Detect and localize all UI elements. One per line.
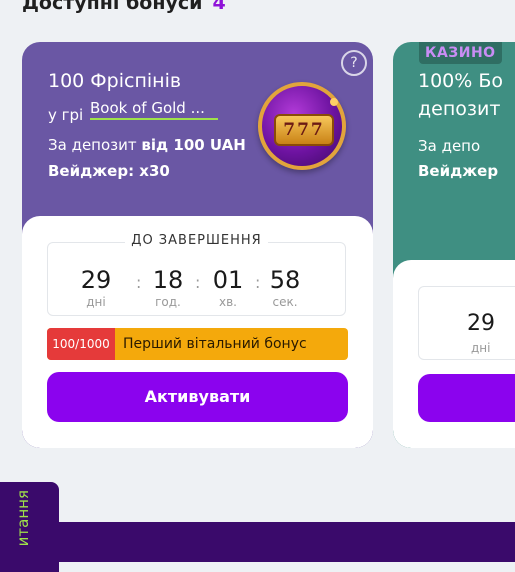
bonus-status-text: Перший вітальний бонус bbox=[123, 336, 307, 352]
timer-days-unit: дні bbox=[86, 295, 106, 309]
bonus-remaining-count: 100/1000 bbox=[47, 328, 115, 360]
bonus-card-body: ДО ЗАВЕРШЕННЯ 29 дні : 18 год. : 01 хв. … bbox=[22, 216, 373, 448]
timer-minutes: 01 хв. bbox=[200, 267, 256, 309]
wager-line: Вейджер: x30 bbox=[48, 162, 170, 180]
timer-seconds-value: 58 bbox=[269, 266, 301, 294]
timer-hours-value: 18 bbox=[152, 266, 184, 294]
wager-line: Вейджер bbox=[418, 162, 499, 180]
bonus-card-casino: КАЗИНО 100% Бо депозит За депо Вейджер 2… bbox=[393, 42, 515, 448]
game-line: у грі Book of Gold ... bbox=[48, 98, 218, 124]
timer-hours: 18 год. bbox=[140, 267, 196, 309]
slot-reel: 777 bbox=[274, 114, 334, 146]
activate-button[interactable] bbox=[418, 374, 515, 422]
timer-minutes-unit: хв. bbox=[219, 295, 237, 309]
bonus-card-body: 29 дні bbox=[393, 260, 515, 448]
section-title: Доступні бонуси 4 bbox=[22, 0, 226, 14]
timer-hours-unit: год. bbox=[155, 295, 181, 309]
game-prefix: у грі bbox=[48, 106, 84, 124]
countdown-timer: 29 дні bbox=[418, 286, 515, 360]
timer-seconds-unit: сек. bbox=[272, 295, 298, 309]
casino-badge: КАЗИНО bbox=[419, 42, 502, 64]
bonus-status-bar: 100/1000 Перший вітальний бонус bbox=[47, 328, 348, 360]
deposit-prefix: За депозит bbox=[48, 136, 137, 154]
slot-lever-icon bbox=[330, 98, 338, 106]
timer-days-value: 29 bbox=[80, 266, 112, 294]
deposit-value: від 100 UAH bbox=[141, 136, 246, 154]
timer-seconds: 58 сек. bbox=[257, 267, 313, 309]
timer-days-unit: дні bbox=[471, 341, 491, 355]
offer-title: 100 Фріспінів bbox=[48, 70, 182, 92]
timer-days-value: 29 bbox=[467, 311, 495, 336]
bonus-card-header: 100 Фріспінів у грі Book of Gold ... За … bbox=[22, 42, 373, 220]
deposit-line: За депозит від 100 UAH bbox=[48, 136, 246, 154]
timer-days: 29 дні bbox=[68, 267, 124, 309]
timer-label: ДО ЗАВЕРШЕННЯ bbox=[48, 233, 345, 248]
activate-button[interactable]: Активувати bbox=[47, 372, 348, 422]
help-icon[interactable]: ? bbox=[341, 50, 367, 76]
timer-minutes-value: 01 bbox=[212, 266, 244, 294]
slot-machine-icon: 777 bbox=[258, 82, 346, 170]
offer-title: 100% Бо bbox=[418, 70, 504, 92]
countdown-timer: ДО ЗАВЕРШЕННЯ 29 дні : 18 год. : 01 хв. … bbox=[47, 233, 346, 316]
deposit-line: За депо bbox=[418, 137, 481, 155]
bonus-card-freespins: 100 Фріспінів у грі Book of Gold ... За … bbox=[22, 42, 373, 448]
feedback-tab-label: итання bbox=[14, 490, 32, 547]
section-title-text: Доступні бонуси bbox=[22, 0, 203, 14]
feedback-tab[interactable]: итання bbox=[0, 482, 59, 572]
game-name-link[interactable]: Book of Gold ... bbox=[90, 98, 218, 120]
timer-label-text: ДО ЗАВЕРШЕННЯ bbox=[125, 233, 268, 248]
offer-title-line2: депозит bbox=[418, 98, 501, 120]
bonus-count: 4 bbox=[212, 0, 226, 14]
footer-bar bbox=[59, 522, 515, 562]
